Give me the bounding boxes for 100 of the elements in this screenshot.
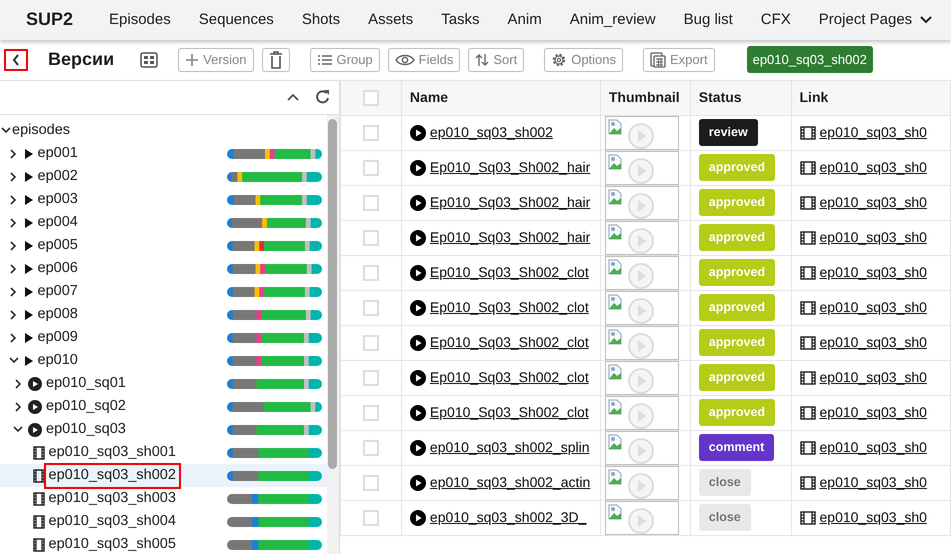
tree-item[interactable]: ep001 <box>0 142 327 166</box>
play-icon <box>410 230 426 246</box>
refresh-icon[interactable] <box>314 89 331 106</box>
column-header: Name <box>401 80 600 116</box>
tree-item[interactable]: ep010_sq03_sh004 <box>0 510 327 534</box>
play-button-icon[interactable] <box>628 332 654 359</box>
sort-icon <box>475 52 490 67</box>
status-badge: approved <box>698 154 776 181</box>
toolbar-button[interactable]: Version <box>178 48 254 72</box>
play-button-icon[interactable] <box>628 158 654 184</box>
film-icon <box>800 336 816 350</box>
tree-label: ep004 <box>38 213 78 232</box>
row-checkbox[interactable] <box>362 194 379 211</box>
nav-link[interactable]: Anim_review <box>556 8 670 32</box>
row-checkbox[interactable] <box>362 474 379 491</box>
play-button-icon[interactable] <box>628 402 654 429</box>
tree-item[interactable]: ep010_sq03_sh005 <box>0 533 327 554</box>
triangle-icon <box>24 308 34 321</box>
tree-item[interactable]: ep006 <box>0 257 327 280</box>
film-icon <box>800 160 816 175</box>
triangle-icon <box>24 332 34 344</box>
chevron-right-icon[interactable] <box>10 264 17 274</box>
broken-image-icon <box>608 118 622 135</box>
tree-label: ep010_sq03_sh001 <box>48 443 176 462</box>
tree-item[interactable]: ep010_sq03 <box>0 418 327 442</box>
nav-link[interactable]: Sequences <box>184 8 288 32</box>
row-checkbox[interactable] <box>362 440 379 456</box>
nav-link[interactable]: CFX <box>746 8 805 32</box>
scrollbar[interactable] <box>328 119 337 470</box>
tree-item[interactable]: ep002 <box>0 165 327 188</box>
toolbar-button[interactable]: Options <box>544 48 624 72</box>
row-checkbox[interactable] <box>362 300 379 316</box>
nav-link[interactable]: Anim <box>494 8 556 32</box>
nav-link[interactable]: Shots <box>288 8 354 32</box>
tree-item[interactable]: ep003 <box>0 188 327 212</box>
nav-link[interactable]: Project Pages <box>804 8 946 32</box>
tree-label: ep010_sq03_sh002 <box>44 463 181 489</box>
row-checkbox[interactable] <box>362 124 379 141</box>
row-checkbox[interactable] <box>362 370 379 386</box>
tree-label: episodes <box>12 121 70 140</box>
play-button-icon[interactable] <box>628 228 654 254</box>
row-checkbox[interactable] <box>362 230 379 246</box>
tree-item[interactable]: ep010 <box>0 349 327 372</box>
tree-item[interactable]: ep005 <box>0 234 327 258</box>
tree-item[interactable]: episodes <box>0 119 327 142</box>
film-icon <box>800 440 816 455</box>
toolbar-button[interactable]: Group <box>310 48 380 72</box>
tree-item[interactable]: ep009 <box>0 326 327 350</box>
toolbar-button[interactable]: Sort <box>468 48 524 72</box>
brand-logo[interactable]: SUP2 <box>26 6 74 34</box>
row-checkbox[interactable] <box>362 160 379 176</box>
nav-link[interactable]: Bug list <box>670 8 747 32</box>
status-badge: close <box>698 469 751 496</box>
chevron-right-icon[interactable] <box>14 402 22 412</box>
delete-button[interactable] <box>262 48 290 72</box>
chevron-right-icon[interactable] <box>10 194 17 205</box>
tree-item[interactable]: ep010_sq01 <box>0 372 327 396</box>
play-button-icon[interactable] <box>628 262 654 289</box>
chevron-right-icon[interactable] <box>10 240 17 251</box>
status-badge: approved <box>698 189 776 216</box>
play-button-icon[interactable] <box>628 192 654 219</box>
row-checkbox[interactable] <box>362 334 379 351</box>
row-checkbox[interactable] <box>362 264 379 281</box>
play-button-icon[interactable] <box>628 298 654 324</box>
chevron-right-icon[interactable] <box>10 286 17 297</box>
status-badge: approved <box>698 259 776 286</box>
chevron-down-icon[interactable] <box>13 426 23 434</box>
chevron-right-icon[interactable] <box>14 378 22 389</box>
chevron-right-icon[interactable] <box>10 310 17 320</box>
toolbar-button[interactable]: Export <box>643 48 715 72</box>
play-button-icon[interactable] <box>628 122 654 149</box>
tree-item[interactable]: ep008 <box>0 303 327 326</box>
row-checkbox[interactable] <box>362 510 379 526</box>
triangle-icon <box>24 194 34 206</box>
chevron-right-icon[interactable] <box>10 332 17 343</box>
chevron-right-icon[interactable] <box>10 148 17 159</box>
tree-item[interactable]: ep010_sq03_sh001 <box>0 441 327 464</box>
chevron-down-icon[interactable] <box>1 127 11 134</box>
select-all-checkbox[interactable] <box>362 90 379 106</box>
nav-link[interactable]: Assets <box>354 8 428 32</box>
tree-item[interactable]: ep007 <box>0 280 327 304</box>
nav-link[interactable]: Episodes <box>95 8 185 32</box>
toolbar-button[interactable]: Fields <box>388 48 460 72</box>
tree-item[interactable]: ep010_sq03_sh002 <box>0 464 327 488</box>
play-button-icon[interactable] <box>628 438 654 464</box>
tree-item[interactable]: ep004 <box>0 211 327 234</box>
column-header: Thumbnail <box>600 80 690 116</box>
chevron-right-icon[interactable] <box>10 218 17 228</box>
back-button[interactable] <box>4 48 28 71</box>
collapse-icon[interactable] <box>286 93 299 102</box>
play-button-icon[interactable] <box>628 508 654 534</box>
chevron-down-icon[interactable] <box>8 357 18 364</box>
tree-label: ep009 <box>38 328 78 347</box>
row-checkbox[interactable] <box>362 404 379 421</box>
tree-item[interactable]: ep010_sq03_sh003 <box>0 487 327 510</box>
chevron-right-icon[interactable] <box>10 172 17 182</box>
play-button-icon[interactable] <box>628 368 654 394</box>
nav-link[interactable]: Tasks <box>427 8 494 32</box>
play-button-icon[interactable] <box>628 472 654 499</box>
tree-item[interactable]: ep010_sq02 <box>0 395 327 418</box>
